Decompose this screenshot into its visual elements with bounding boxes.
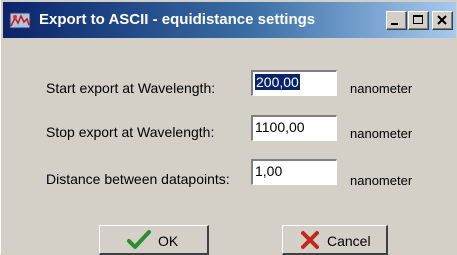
maximize-button[interactable] bbox=[408, 11, 429, 30]
title-bar[interactable]: Export to ASCII - equidistance settings bbox=[3, 2, 456, 38]
close-button[interactable] bbox=[432, 11, 453, 30]
start-wavelength-unit: nanometer bbox=[350, 81, 413, 96]
start-wavelength-input[interactable]: 200,00 bbox=[251, 70, 337, 96]
window-title: Export to ASCII - equidistance settings bbox=[39, 11, 316, 28]
distance-datapoints-value: 1,00 bbox=[255, 163, 283, 179]
stop-wavelength-label: Stop export at Wavelength: bbox=[46, 124, 215, 140]
minimize-icon bbox=[391, 23, 398, 25]
stop-wavelength-unit: nanometer bbox=[350, 126, 413, 141]
distance-datapoints-input[interactable]: 1,00 bbox=[251, 159, 337, 185]
cancel-button[interactable]: Cancel bbox=[282, 225, 388, 255]
app-icon[interactable] bbox=[9, 10, 31, 30]
export-ascii-dialog: Export to ASCII - equidistance settings … bbox=[0, 0, 457, 255]
ok-button-label: OK bbox=[158, 233, 179, 249]
distance-datapoints-unit: nanometer bbox=[350, 173, 413, 188]
close-icon bbox=[437, 15, 447, 25]
distance-datapoints-label: Distance between datapoints: bbox=[46, 171, 230, 187]
maximize-icon bbox=[413, 15, 423, 24]
cross-icon bbox=[301, 231, 319, 249]
ok-button[interactable]: OK bbox=[99, 225, 209, 255]
start-wavelength-label: Start export at Wavelength: bbox=[46, 80, 216, 96]
stop-wavelength-input[interactable]: 1100,00 bbox=[251, 115, 337, 141]
stop-wavelength-value: 1100,00 bbox=[255, 119, 305, 135]
checkmark-icon bbox=[127, 230, 151, 249]
minimize-button[interactable] bbox=[386, 11, 407, 30]
cancel-button-label: Cancel bbox=[327, 233, 371, 249]
start-wavelength-value: 200,00 bbox=[255, 74, 300, 90]
